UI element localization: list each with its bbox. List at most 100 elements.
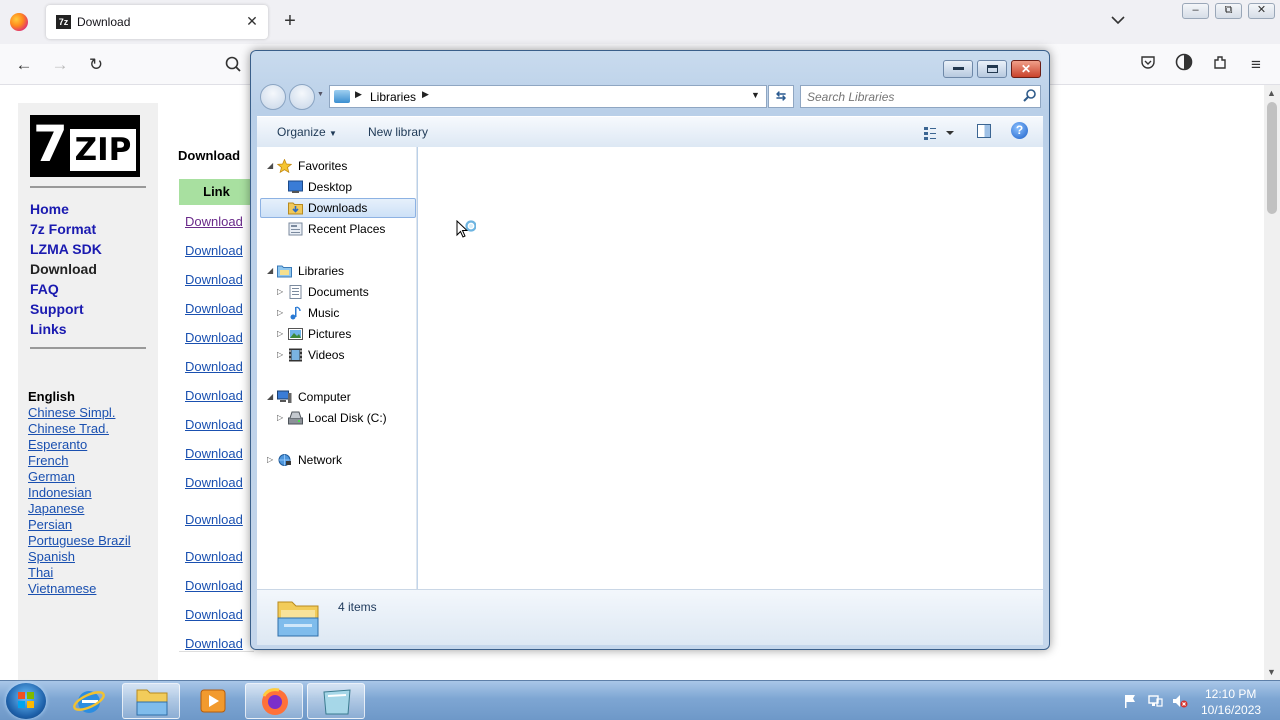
nav-support[interactable]: Support	[30, 301, 84, 317]
taskbar-internet-explorer[interactable]	[60, 683, 118, 719]
tree-item-network[interactable]: ▷ Network	[265, 450, 415, 470]
tree-item-favorites[interactable]: ◢ Favorites	[265, 156, 415, 176]
nav-faq[interactable]: FAQ	[30, 281, 59, 297]
browser-tab-download[interactable]: 7z Download ✕	[46, 5, 268, 39]
search-box[interactable]	[800, 85, 1041, 108]
language-link[interactable]: Indonesian	[28, 485, 92, 500]
refresh-button[interactable]: ⇆	[768, 85, 794, 108]
pocket-icon[interactable]	[1136, 53, 1160, 77]
dialog-minimize-button[interactable]	[943, 60, 973, 78]
recent-pages-dropdown[interactable]: ▼	[317, 91, 324, 98]
download-link[interactable]: Download	[185, 272, 243, 287]
scroll-up-icon[interactable]: ▲	[1267, 88, 1276, 98]
expand-arrow-icon[interactable]: ▷	[277, 413, 283, 422]
page-scrollbar[interactable]: ▲ ▼	[1264, 85, 1280, 680]
tab-close-icon[interactable]: ✕	[244, 13, 260, 29]
start-button[interactable]	[6, 683, 46, 719]
extensions-icon[interactable]	[1208, 53, 1232, 77]
menu-button[interactable]: ≡	[1244, 53, 1268, 77]
download-link[interactable]: Download	[185, 417, 243, 432]
expand-arrow-icon[interactable]: ▷	[277, 287, 283, 296]
download-link[interactable]: Download	[185, 549, 243, 564]
new-library-button[interactable]: New library	[368, 125, 428, 139]
taskbar-firefox[interactable]	[245, 683, 303, 719]
breadcrumb-arrow-icon[interactable]: ▶	[422, 89, 429, 100]
download-link[interactable]: Download	[185, 475, 243, 490]
language-link[interactable]: Thai	[28, 565, 53, 580]
preview-pane-button[interactable]	[977, 124, 991, 138]
taskbar-media-player[interactable]	[184, 683, 242, 719]
back-button[interactable]	[260, 84, 286, 110]
tree-item-recent-places[interactable]: Recent Places	[265, 219, 415, 239]
account-icon[interactable]	[1172, 53, 1196, 77]
tree-item-downloads[interactable]: Downloads	[260, 198, 416, 218]
volume-muted-icon[interactable]	[1172, 693, 1188, 709]
nav-7z-format[interactable]: 7z Format	[30, 221, 96, 237]
address-bar[interactable]: ▶ Libraries ▶ ▼	[329, 85, 767, 108]
tree-item-computer[interactable]: ◢ Computer	[265, 387, 415, 407]
taskbar-7zip[interactable]	[307, 683, 365, 719]
download-link[interactable]: Download	[185, 607, 243, 622]
tree-item-videos[interactable]: ▷ Videos	[265, 345, 415, 365]
file-list-area[interactable]	[418, 147, 1043, 589]
tree-item-music[interactable]: ▷ Music	[265, 303, 415, 323]
expand-arrow-icon[interactable]: ▷	[277, 329, 283, 338]
network-status-icon[interactable]	[1147, 693, 1163, 709]
address-dropdown-icon[interactable]: ▼	[751, 90, 760, 100]
taskbar-windows-explorer[interactable]	[122, 683, 180, 719]
language-link[interactable]: Portuguese Brazil	[28, 533, 131, 548]
download-link[interactable]: Download	[185, 330, 243, 345]
forward-button[interactable]: →	[48, 53, 72, 77]
nav-lzma-sdk[interactable]: LZMA SDK	[30, 241, 102, 257]
language-link[interactable]: Chinese Simpl.	[28, 405, 115, 420]
dialog-close-button[interactable]: ✕	[1011, 60, 1041, 78]
new-tab-button[interactable]: +	[279, 10, 301, 32]
url-bar[interactable]	[218, 50, 248, 80]
nav-home[interactable]: Home	[30, 201, 69, 217]
breadcrumb-arrow-icon[interactable]: ▶	[355, 89, 362, 100]
language-link[interactable]: Persian	[28, 517, 72, 532]
window-restore-button[interactable]: ⧉	[1215, 3, 1242, 19]
download-link[interactable]: Download	[185, 243, 243, 258]
expand-arrow-icon[interactable]: ▷	[267, 455, 273, 464]
breadcrumb-libraries[interactable]: Libraries	[370, 90, 416, 104]
collapse-arrow-icon[interactable]: ◢	[267, 266, 273, 275]
nav-links[interactable]: Links	[30, 321, 67, 337]
search-icon[interactable]	[1023, 88, 1037, 105]
clock-date[interactable]: 10/16/2023	[1201, 703, 1261, 717]
download-link[interactable]: Download	[185, 301, 243, 316]
clock-time[interactable]: 12:10 PM	[1205, 687, 1256, 701]
change-view-button[interactable]	[921, 124, 955, 142]
back-button[interactable]: ←	[12, 53, 36, 77]
language-link[interactable]: German	[28, 469, 75, 484]
scrollbar-thumb[interactable]	[1267, 102, 1277, 214]
download-link[interactable]: Download	[185, 388, 243, 403]
search-input[interactable]	[807, 89, 1012, 104]
download-link[interactable]: Download	[185, 214, 243, 229]
download-link[interactable]: Download	[185, 578, 243, 593]
tree-item-local-disk[interactable]: ▷ Local Disk (C:)	[265, 408, 415, 428]
expand-arrow-icon[interactable]: ▷	[277, 350, 283, 359]
download-link[interactable]: Download	[185, 512, 243, 527]
language-link[interactable]: Esperanto	[28, 437, 87, 452]
language-link[interactable]: French	[28, 453, 68, 468]
tree-item-documents[interactable]: ▷ Documents	[265, 282, 415, 302]
download-link[interactable]: Download	[185, 636, 243, 651]
window-minimize-button[interactable]: –	[1182, 3, 1209, 19]
window-close-button[interactable]: ✕	[1248, 3, 1275, 19]
expand-arrow-icon[interactable]: ▷	[277, 308, 283, 317]
language-link[interactable]: Spanish	[28, 549, 75, 564]
scroll-down-icon[interactable]: ▼	[1267, 667, 1276, 677]
collapse-arrow-icon[interactable]: ◢	[267, 392, 273, 401]
tree-item-pictures[interactable]: ▷ Pictures	[265, 324, 415, 344]
download-link[interactable]: Download	[185, 359, 243, 374]
tree-item-libraries[interactable]: ◢ Libraries	[265, 261, 415, 281]
language-link[interactable]: Chinese Trad.	[28, 421, 109, 436]
list-all-tabs-button[interactable]	[1111, 12, 1125, 28]
organize-button[interactable]: Organize ▼	[277, 125, 337, 139]
collapse-arrow-icon[interactable]: ◢	[267, 161, 273, 170]
language-link[interactable]: Vietnamese	[28, 581, 96, 596]
7zip-logo[interactable]: 7 ZIP	[30, 115, 140, 177]
tree-item-desktop[interactable]: Desktop	[265, 177, 415, 197]
forward-button[interactable]	[289, 84, 315, 110]
